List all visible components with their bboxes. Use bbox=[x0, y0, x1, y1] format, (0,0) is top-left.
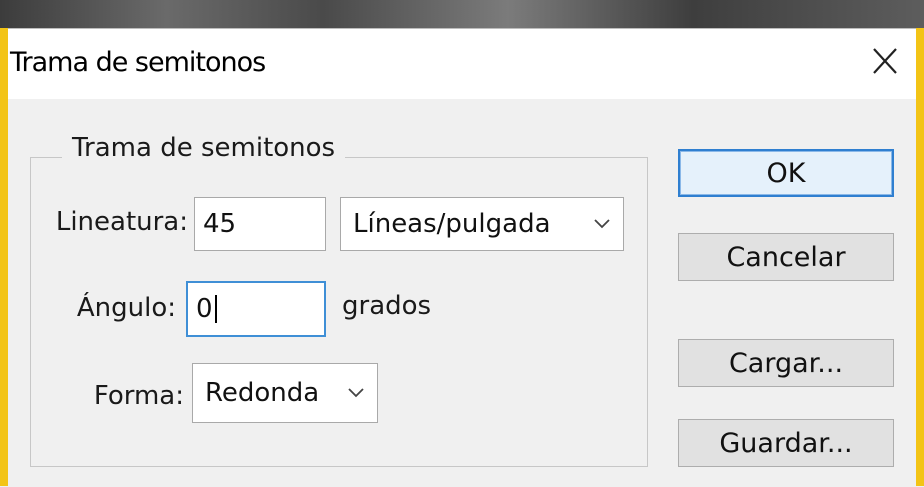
close-icon[interactable] bbox=[866, 43, 902, 79]
chevron-down-icon bbox=[348, 388, 364, 398]
accent-frame-left bbox=[0, 28, 8, 486]
lineatura-label: Lineatura: bbox=[55, 207, 188, 237]
lineatura-input[interactable]: 45 bbox=[194, 197, 326, 251]
cancel-button[interactable]: Cancelar bbox=[678, 233, 894, 281]
group-legend: Trama de semitonos bbox=[62, 133, 346, 163]
ok-button[interactable]: OK bbox=[678, 149, 894, 197]
forma-value: Redonda bbox=[205, 378, 320, 408]
save-button[interactable]: Guardar... bbox=[678, 419, 894, 467]
angulo-label: Ángulo: bbox=[76, 293, 176, 323]
forma-select[interactable]: Redonda bbox=[192, 363, 378, 423]
halftone-dialog: Trama de semitonos Trama de semitonos Li… bbox=[8, 28, 916, 487]
dialog-titlebar: Trama de semitonos bbox=[8, 29, 916, 99]
accent-frame-right bbox=[916, 28, 924, 486]
dialog-title: Trama de semitonos bbox=[10, 47, 266, 78]
angulo-value: 0 bbox=[196, 294, 213, 324]
load-button[interactable]: Cargar... bbox=[678, 339, 894, 387]
lineatura-unit-value: Líneas/pulgada bbox=[353, 209, 551, 239]
lineatura-value: 45 bbox=[203, 209, 237, 239]
background-image bbox=[0, 0, 924, 28]
angulo-unit-label: grados bbox=[342, 291, 432, 321]
text-caret bbox=[214, 295, 217, 323]
angulo-input[interactable]: 0 bbox=[186, 281, 326, 337]
forma-label: Forma: bbox=[93, 381, 184, 411]
lineatura-unit-select[interactable]: Líneas/pulgada bbox=[340, 197, 624, 251]
chevron-down-icon bbox=[594, 219, 610, 229]
